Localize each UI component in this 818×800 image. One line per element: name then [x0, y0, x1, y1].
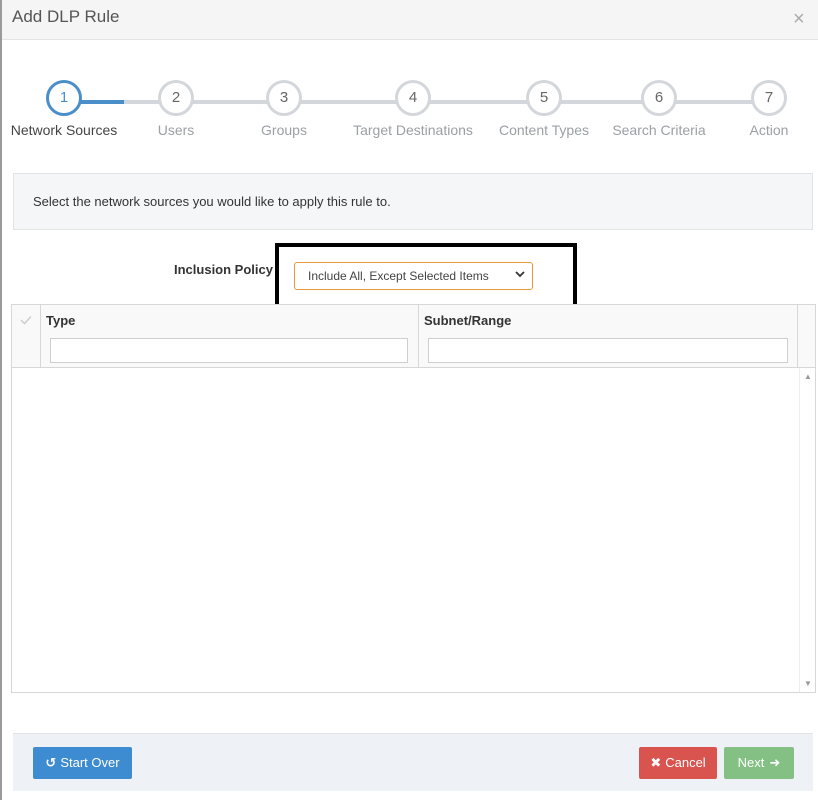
grid-body: ▲ ▼ [12, 368, 815, 692]
chevron-down-icon [515, 271, 525, 278]
step-number: 2 [158, 80, 194, 116]
check-icon [20, 315, 32, 325]
step-number: 5 [526, 80, 562, 116]
step-number: 1 [46, 80, 82, 116]
column-header-subnet-range: Subnet/Range [424, 313, 512, 328]
cancel-label: Cancel [665, 755, 706, 770]
next-button[interactable]: Next ➜ [724, 747, 794, 779]
column-subnet-range: Subnet/Range [419, 305, 798, 367]
step-number: 6 [641, 80, 677, 116]
add-dlp-rule-dialog: Add DLP Rule × 1 Network Sources 2 Users… [0, 0, 818, 800]
step-number: 4 [395, 80, 431, 116]
inclusion-policy-label: Inclusion Policy [174, 262, 273, 277]
start-over-label: Start Over [60, 755, 120, 770]
start-over-button[interactable]: ↺ Start Over [33, 747, 132, 779]
step-label: Target Destinations [353, 122, 473, 138]
dialog-footer: ↺ Start Over ✖ Cancel Next ➜ [13, 733, 813, 791]
select-all-checkbox[interactable] [12, 305, 41, 367]
grid-header: Type Subnet/Range [12, 305, 815, 368]
step-instructions: Select the network sources you would lik… [13, 173, 813, 230]
scroll-up-icon[interactable]: ▲ [804, 372, 812, 381]
wizard-step-target-destinations[interactable]: 4 Target Destinations [343, 80, 483, 138]
subnet-filter-input[interactable] [428, 338, 788, 363]
wizard-steps: 1 Network Sources 2 Users 3 Groups 4 Tar… [2, 80, 818, 150]
inclusion-policy-select[interactable]: Include All, Except Selected Items [294, 262, 533, 290]
close-icon[interactable]: × [793, 9, 805, 29]
column-type: Type [41, 305, 419, 367]
step-number: 3 [266, 80, 302, 116]
network-sources-grid: Type Subnet/Range ▲ ▼ [11, 304, 816, 693]
step-label: Action [749, 122, 789, 138]
wizard-step-groups[interactable]: 3 Groups [214, 80, 354, 138]
cancel-button[interactable]: ✖ Cancel [639, 747, 717, 779]
step-label: Groups [261, 122, 307, 138]
column-header-type: Type [46, 313, 76, 328]
next-label: Next [737, 755, 765, 770]
inclusion-policy-value: Include All, Except Selected Items [308, 269, 489, 283]
wizard-step-action[interactable]: 7 Action [699, 80, 818, 138]
type-filter-input[interactable] [50, 338, 408, 363]
grid-scrollbar[interactable]: ▲ ▼ [799, 368, 815, 692]
dialog-title: Add DLP Rule [12, 7, 120, 26]
times-icon: ✖ [650, 755, 662, 770]
arrow-right-icon: ➜ [769, 755, 781, 770]
dialog-header: Add DLP Rule × [2, 0, 818, 40]
scroll-down-icon[interactable]: ▼ [804, 679, 812, 688]
step-number: 7 [751, 80, 787, 116]
undo-icon: ↺ [45, 755, 57, 770]
